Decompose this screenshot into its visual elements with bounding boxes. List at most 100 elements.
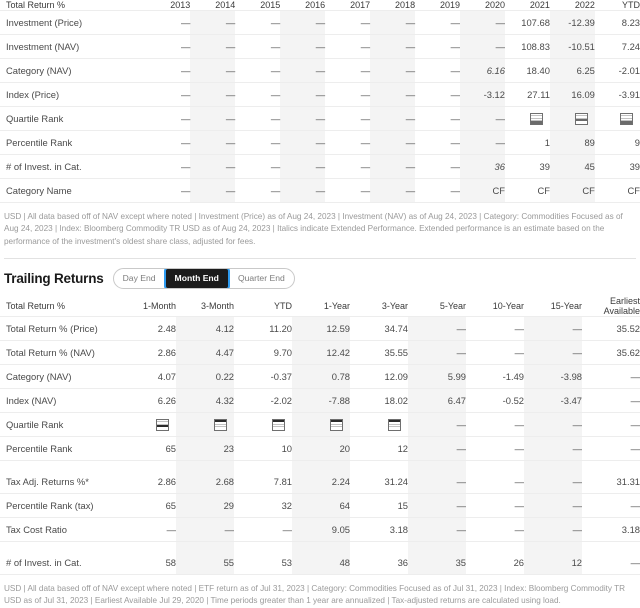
column-header-10-year: 10-Year bbox=[492, 301, 524, 311]
table-cell: — bbox=[118, 517, 176, 543]
column-header-2022: 2022 bbox=[574, 0, 595, 10]
column-header-1-month: 1-Month bbox=[142, 301, 176, 311]
table-cell: 31.31 bbox=[582, 470, 640, 495]
table-cell: -0.52 bbox=[466, 388, 524, 414]
row-gap-cell bbox=[0, 542, 118, 552]
row-label: Percentile Rank bbox=[0, 130, 146, 156]
table-cell: — bbox=[235, 130, 281, 156]
table-cell: — bbox=[190, 154, 236, 180]
column-header-2018: 2018 bbox=[395, 0, 416, 10]
table-cell: — bbox=[460, 10, 505, 36]
table-cell: — bbox=[460, 34, 505, 60]
quartile-rank-icon bbox=[620, 112, 633, 125]
column-header-5-year: 5-Year bbox=[439, 301, 466, 311]
table-cell: — bbox=[325, 106, 371, 132]
table-cell: — bbox=[190, 34, 236, 60]
table-cell bbox=[549, 106, 595, 132]
table-cell: — bbox=[280, 130, 326, 156]
column-header-2013: 2013 bbox=[170, 0, 191, 10]
row-gap-cell bbox=[408, 460, 466, 471]
table-cell: 20 bbox=[292, 436, 350, 462]
table-cell bbox=[234, 412, 292, 438]
table-cell bbox=[594, 106, 640, 132]
table-cell: 7.81 bbox=[234, 470, 292, 495]
tab-day-end[interactable]: Day End bbox=[114, 269, 165, 288]
table-row: Total Return % (Price) 2.48 4.12 11.20 12.59… bbox=[0, 316, 640, 342]
table-row: Index (Price) — — — — — — — -3.12 27.11 16.09 -3.91 bbox=[0, 82, 640, 108]
trailing-table-header: Total Return % 1-Month 3-Month YTD 1-Year 3-… bbox=[0, 296, 640, 317]
table-cell: — bbox=[415, 10, 461, 36]
table-cell: 34.74 bbox=[350, 316, 408, 342]
row-label: # of Invest. in Cat. bbox=[0, 551, 118, 576]
table-cell: — bbox=[280, 154, 326, 180]
table-cell: -3.12 bbox=[460, 82, 505, 108]
table-cell: 6.25 bbox=[549, 58, 595, 84]
table-cell: 4.32 bbox=[176, 388, 234, 414]
table-cell: — bbox=[524, 470, 582, 495]
table-cell: — bbox=[524, 436, 582, 462]
table-cell: 35.62 bbox=[582, 340, 640, 366]
row-gap-cell bbox=[524, 541, 582, 552]
table-cell: -2.02 bbox=[234, 388, 292, 414]
table-cell: 48 bbox=[292, 551, 350, 576]
table-cell: -3.91 bbox=[594, 82, 640, 108]
table-cell: — bbox=[190, 130, 236, 156]
period-tab-group[interactable]: Day End Month End Quarter End bbox=[112, 267, 295, 289]
row-gap-cell bbox=[118, 461, 176, 471]
row-label: Quartile Rank bbox=[0, 106, 146, 132]
table-cell: — bbox=[325, 130, 371, 156]
table-cell: — bbox=[325, 10, 371, 36]
row-gap-cell bbox=[292, 460, 350, 471]
table-cell: 27.11 bbox=[504, 82, 550, 108]
table-cell: 2.68 bbox=[176, 470, 234, 495]
row-gap-cell bbox=[466, 542, 524, 552]
tab-quarter-end[interactable]: Quarter End bbox=[229, 269, 294, 288]
table-cell: — bbox=[280, 10, 326, 36]
table-cell: — bbox=[145, 58, 191, 84]
column-header-2016: 2016 bbox=[305, 0, 326, 10]
table-cell: 36 bbox=[460, 154, 505, 180]
table-cell: — bbox=[145, 82, 191, 108]
table-cell: — bbox=[280, 82, 326, 108]
table-cell: — bbox=[466, 412, 524, 438]
column-header-2014: 2014 bbox=[215, 0, 236, 10]
table-cell: 6.26 bbox=[118, 388, 176, 414]
column-header-15-year: 15-Year bbox=[550, 301, 582, 311]
column-header-earliest-available: Earliest Available bbox=[603, 295, 640, 317]
row-label: Tax Cost Ratio bbox=[0, 517, 118, 543]
tab-month-end[interactable]: Month End bbox=[165, 268, 228, 288]
table-cell: 6.47 bbox=[408, 388, 466, 414]
table-cell: — bbox=[235, 154, 281, 180]
table-cell: — bbox=[408, 340, 466, 366]
row-label: Category Name bbox=[0, 178, 146, 204]
row-gap-cell bbox=[176, 460, 234, 471]
table-cell: — bbox=[415, 130, 461, 156]
table-cell: — bbox=[234, 517, 292, 543]
table-cell: — bbox=[280, 34, 326, 60]
table-cell: -12.39 bbox=[549, 10, 595, 36]
table-cell: — bbox=[466, 340, 524, 366]
table-row: # of Invest. in Cat. 58 55 53 48 36 35 26 12— bbox=[0, 551, 640, 576]
table-cell: — bbox=[280, 178, 326, 204]
table-cell: 58 bbox=[118, 551, 176, 576]
table-cell: -10.51 bbox=[549, 34, 595, 60]
table-cell: — bbox=[582, 412, 640, 438]
column-header-3-year: 3-Year bbox=[381, 301, 408, 311]
quartile-rank-icon bbox=[529, 112, 543, 125]
column-header-2015: 2015 bbox=[260, 0, 281, 10]
table-cell: — bbox=[408, 412, 466, 438]
table-cell: — bbox=[582, 364, 640, 390]
annual-row-label-header: Total Return % bbox=[6, 0, 66, 10]
table-cell: — bbox=[524, 316, 582, 342]
table-cell: — bbox=[408, 470, 466, 495]
table-cell: — bbox=[145, 10, 191, 36]
table-cell: — bbox=[325, 34, 371, 60]
table-cell: — bbox=[370, 34, 416, 60]
table-cell: — bbox=[325, 82, 371, 108]
row-label: Total Return % (Price) bbox=[0, 316, 118, 342]
table-cell bbox=[292, 412, 350, 438]
table-cell: 108.83 bbox=[504, 34, 550, 60]
row-gap bbox=[0, 460, 640, 471]
table-cell: 45 bbox=[549, 154, 595, 180]
table-cell: CF bbox=[549, 178, 595, 204]
